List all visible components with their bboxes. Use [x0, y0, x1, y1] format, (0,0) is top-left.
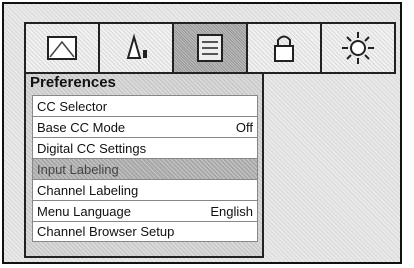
menu-item-cc-selector[interactable]: CC Selector: [32, 95, 258, 116]
menu-item-digital-cc-settings[interactable]: Digital CC Settings: [32, 137, 258, 158]
preferences-menu-panel: Preferences CC Selector Base CC Mode Off…: [24, 72, 264, 258]
picture-icon: [47, 36, 77, 60]
setup-sun-icon: [342, 32, 374, 64]
lock-icon: [274, 35, 294, 62]
tab-picture[interactable]: [26, 24, 100, 72]
menu-item-input-labeling[interactable]: Input Labeling: [32, 158, 258, 179]
menu-icon-bar: [24, 22, 396, 74]
tab-audio[interactable]: [100, 24, 174, 72]
tab-setup[interactable]: [322, 24, 394, 72]
menu-item-label: Menu Language: [37, 203, 131, 219]
tab-lock[interactable]: [248, 24, 322, 72]
tab-preferences[interactable]: [174, 24, 248, 72]
menu-item-base-cc-mode[interactable]: Base CC Mode Off: [32, 116, 258, 137]
audio-icon: [126, 33, 147, 59]
menu-item-label: Channel Browser Setup: [37, 224, 175, 239]
preferences-icon: [197, 34, 223, 62]
menu-item-label: Base CC Mode: [37, 119, 126, 135]
menu-item-value: English: [210, 203, 253, 219]
menu-item-label: Channel Labeling: [37, 182, 139, 198]
menu-item-menu-language[interactable]: Menu Language English: [32, 200, 258, 221]
menu-item-label: Input Labeling: [37, 161, 119, 177]
menu-item-value: Off: [235, 119, 253, 135]
menu-item-label: Digital CC Settings: [37, 140, 147, 156]
menu-item-channel-browser-setup[interactable]: Channel Browser Setup: [32, 221, 258, 242]
tv-menu-screen: Preferences CC Selector Base CC Mode Off…: [2, 2, 402, 264]
menu-title: Preferences: [30, 74, 116, 91]
menu-items: CC Selector Base CC Mode Off Digital CC …: [32, 95, 258, 242]
menu-item-channel-labeling[interactable]: Channel Labeling: [32, 179, 258, 200]
menu-item-label: CC Selector: [37, 98, 108, 114]
